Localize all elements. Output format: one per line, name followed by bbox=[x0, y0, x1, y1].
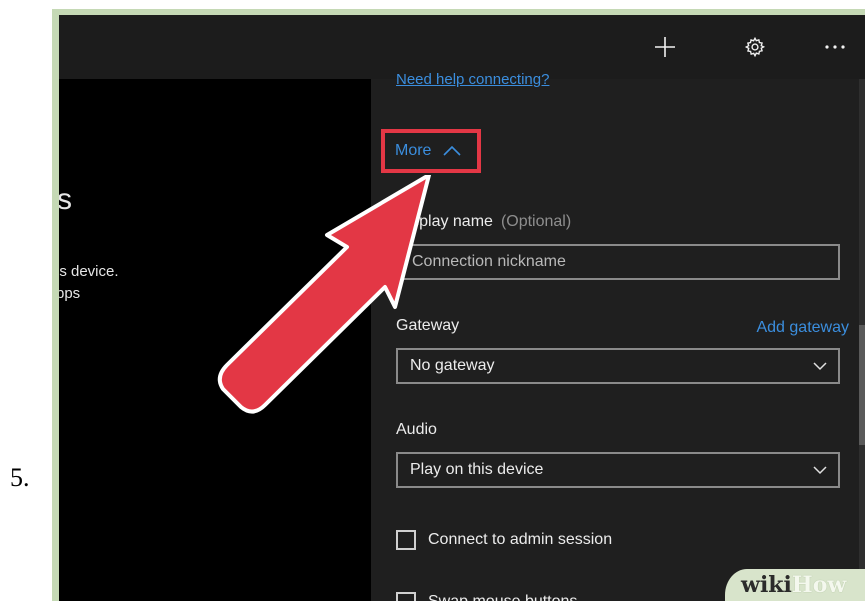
chevron-down-icon bbox=[813, 466, 827, 475]
gear-icon bbox=[744, 36, 766, 58]
swap-mouse-label: Swap mouse buttons bbox=[428, 593, 577, 601]
audio-dropdown[interactable]: Play on this device bbox=[396, 452, 840, 488]
step-number: 5. bbox=[10, 463, 30, 492]
watermark-wiki: wiki bbox=[741, 572, 792, 598]
audio-selected-value: Play on this device bbox=[410, 461, 544, 478]
more-toggle-button[interactable]: More bbox=[381, 129, 481, 173]
title-bar bbox=[59, 15, 865, 79]
more-label: More bbox=[395, 142, 432, 159]
admin-session-checkbox[interactable] bbox=[396, 530, 416, 550]
swap-mouse-checkbox[interactable] bbox=[396, 592, 416, 601]
help-connecting-link[interactable]: Need help connecting? bbox=[396, 71, 549, 88]
admin-session-checkbox-row[interactable]: Connect to admin session bbox=[396, 530, 612, 550]
swap-mouse-checkbox-row[interactable]: Swap mouse buttons bbox=[396, 592, 577, 601]
plus-icon bbox=[655, 37, 675, 57]
scrollbar-thumb[interactable] bbox=[859, 325, 865, 445]
annotation-arrow bbox=[217, 175, 431, 414]
ellipsis-icon bbox=[825, 45, 845, 49]
display-name-input[interactable] bbox=[410, 252, 826, 272]
wikihow-watermark: wiki How bbox=[725, 569, 865, 601]
gateway-dropdown[interactable]: No gateway bbox=[396, 348, 840, 384]
left-pane-title: s bbox=[59, 183, 72, 216]
add-button[interactable] bbox=[645, 29, 685, 65]
more-options-button[interactable] bbox=[815, 29, 855, 65]
add-desktop-panel: Need help connecting? More Display name(… bbox=[371, 71, 865, 601]
app-window: s is device. pps Need help connecting? M… bbox=[59, 15, 865, 601]
add-gateway-link[interactable]: Add gateway bbox=[756, 319, 849, 337]
screenshot-frame: s is device. pps Need help connecting? M… bbox=[52, 9, 865, 601]
chevron-up-icon bbox=[443, 146, 462, 156]
display-name-field[interactable] bbox=[396, 244, 840, 280]
chevron-down-icon bbox=[813, 362, 827, 371]
watermark-how: How bbox=[791, 572, 847, 598]
optional-hint: (Optional) bbox=[500, 213, 572, 230]
left-pane-text-line-2: pps bbox=[59, 285, 81, 302]
settings-button[interactable] bbox=[735, 29, 775, 65]
scrollbar-track[interactable] bbox=[859, 79, 865, 601]
admin-session-label: Connect to admin session bbox=[428, 531, 613, 548]
left-pane-text-line-1: is device. bbox=[59, 263, 119, 280]
